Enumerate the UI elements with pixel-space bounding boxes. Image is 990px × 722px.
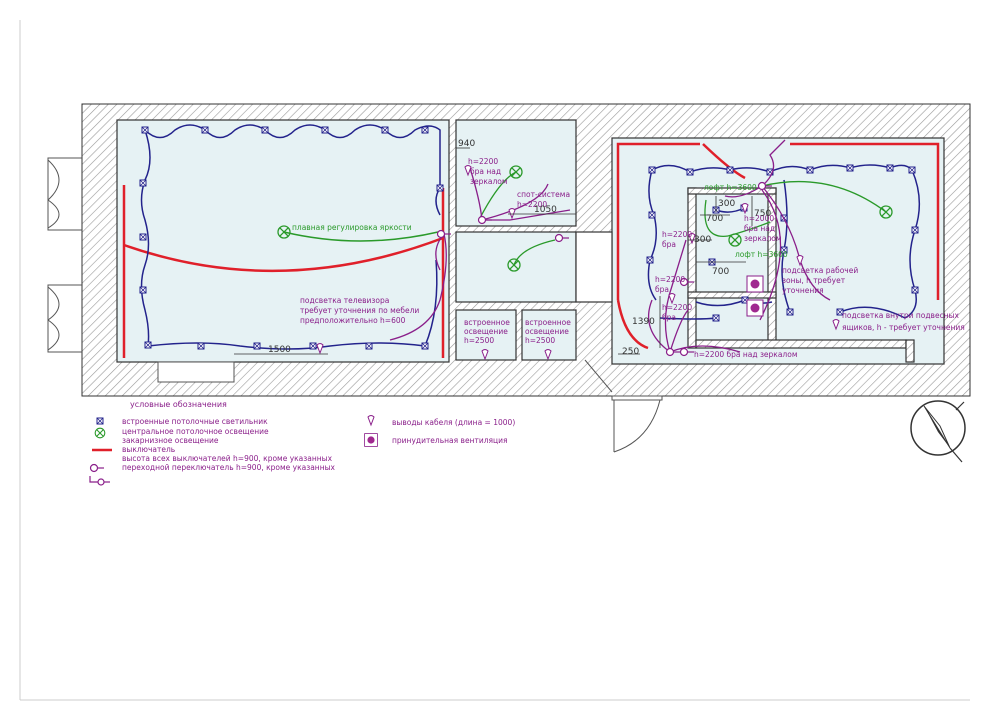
builtin2-2: освещение [525, 327, 569, 336]
bra2-label-1: бра над [744, 224, 775, 233]
h2200-bra4-2: бра [662, 313, 676, 322]
builtin1-2: освещение [464, 327, 508, 336]
dim-940: 940 [458, 139, 475, 149]
tv-label-1: подсветка телевизора [300, 296, 389, 305]
legend-item-2: закарнизное освещение [122, 436, 219, 445]
h2200-bra3-2: бра [655, 285, 669, 294]
dim-700a: 700 [706, 214, 723, 224]
h2200-bra4-1: h=2200 [662, 303, 692, 312]
dim-1050: 1050 [534, 205, 557, 215]
vent-2 [746, 299, 764, 317]
north-arrow [910, 400, 966, 463]
h2200-bra3-1: h=2200 [655, 275, 685, 284]
bottom-window [157, 361, 235, 383]
builtin1-3: h=2500 [464, 336, 494, 345]
builtin2-3: h=2500 [525, 336, 555, 345]
h2200-bra-2: бра [662, 240, 676, 249]
dim-250: 250 [622, 347, 639, 357]
brightness-label: плавная регулировка яркости [292, 223, 412, 232]
left-windows [47, 157, 82, 353]
drawers-label-1: подсветка внутри подвесных [842, 311, 960, 320]
work-label-3: уточнения [782, 286, 824, 295]
vent-1 [746, 275, 764, 293]
bra-bottom-label: h=2200 бра над зеркалом [694, 350, 797, 359]
dim-700b: 700 [712, 267, 729, 277]
legend-title: условные обозначения [130, 400, 227, 409]
bath-bra-1: бра над [470, 167, 501, 176]
dim-1390: 1390 [632, 317, 655, 327]
legend-item-4: высота всех выключателей h=900, кроме ук… [122, 454, 333, 463]
room-living [116, 119, 450, 363]
legend-item-5: переходной переключатель h=900, кроме ук… [122, 463, 336, 472]
builtin1-1: встроенное [464, 318, 510, 327]
work-label-1: подсветка рабочей [782, 266, 858, 275]
h2200-bra-1: h=2200 [662, 230, 692, 239]
legend-item-3: выключатель [122, 445, 175, 454]
tv-label-2: требует уточнения по мебели [300, 306, 419, 315]
legend-item-0: встроенные потолочные светильник [122, 417, 268, 426]
work-label-2: зоны, h требует [782, 276, 846, 285]
bath-bra-2: зеркалом [470, 177, 508, 186]
dim-1500: 1500 [268, 345, 291, 355]
drawers-label-2: ящиков, h - требует уточнения [842, 323, 965, 332]
floor-plan-sheet: подсветка телевизора требует уточнения п… [19, 20, 971, 701]
legend-item-1: центральное потолочное освещение [122, 427, 269, 436]
spot-label-1: спот-система [517, 190, 570, 199]
tv-label-3: предположительно h=600 [300, 316, 406, 325]
dim-300a: 300 [718, 199, 735, 209]
loft-label-1: лофт h=3600 [704, 183, 757, 192]
dim-300b: 300 [694, 235, 711, 245]
legend-cable: выводы кабеля (длина = 1000) [392, 418, 515, 427]
builtin2-1: встроенное [525, 318, 571, 327]
dim-750: 750 [754, 209, 771, 219]
bath-h2200: h=2200 [468, 157, 498, 166]
legend: условные обозначения встроенные потолочн… [89, 400, 515, 486]
loft-label-2: лофт h=3600 [735, 250, 788, 259]
legend-vent: принудительная вентиляция [392, 436, 508, 445]
bra2-label-2: зеркалом [744, 234, 782, 243]
